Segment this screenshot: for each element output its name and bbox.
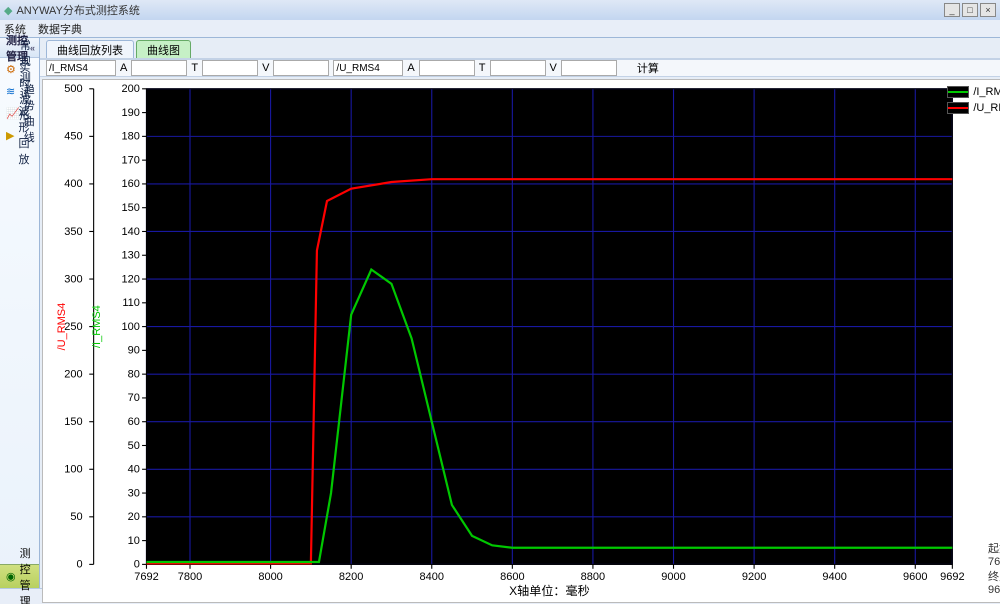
svg-text:150: 150 <box>64 416 82 428</box>
minimize-button[interactable]: _ <box>944 3 960 17</box>
svg-text:30: 30 <box>128 487 140 499</box>
tab-curve-list[interactable]: 曲线回放列表 <box>46 40 134 58</box>
svg-text:130: 130 <box>122 250 140 262</box>
svg-text:40: 40 <box>128 464 140 476</box>
chart-area[interactable]: 0501001502002503003504004505000102030405… <box>42 79 1000 603</box>
svg-text:400: 400 <box>64 178 82 190</box>
wave-icon: ≋ <box>6 83 15 99</box>
svg-text:7800: 7800 <box>178 571 202 583</box>
sidebar: 测控管理 « ⚙ 常规测试 ≋ 实时波形 📈 趋势曲线 ▶ 波形回放 ◉ 测控管… <box>0 38 40 588</box>
playback-icon: ▶ <box>6 127 14 143</box>
sidebar-footer[interactable]: ◉ 测控管理 <box>0 564 39 588</box>
svg-text:8600: 8600 <box>500 571 524 583</box>
svg-text:8400: 8400 <box>420 571 444 583</box>
start-value: 7692 <box>988 556 1000 568</box>
unit-t: T <box>191 62 198 74</box>
legend: /I_RMS4 /U_RMS4 <box>947 86 1000 118</box>
svg-text:100: 100 <box>122 321 140 333</box>
unit-t2: T <box>479 62 486 74</box>
param-u-v[interactable] <box>561 60 617 76</box>
svg-text:9692: 9692 <box>940 571 964 583</box>
unit-v2: V <box>550 62 557 74</box>
svg-text:0: 0 <box>134 559 140 571</box>
svg-text:80: 80 <box>128 368 140 380</box>
legend-item-u: /U_RMS4 <box>947 102 1000 114</box>
svg-text:X轴单位：毫秒: X轴单位：毫秒 <box>509 583 590 598</box>
readouts: 起始值 7692 终点值 9692 <box>988 540 1000 596</box>
svg-text:9200: 9200 <box>742 571 766 583</box>
sidebar-footer-label: 测控管理 <box>20 545 39 604</box>
app-title: ANYWAY分布式测控系统 <box>16 2 139 18</box>
end-label: 终点值 <box>988 568 1000 584</box>
param-u-label[interactable] <box>333 60 403 76</box>
svg-text:450: 450 <box>64 131 82 143</box>
svg-text:10: 10 <box>128 535 140 547</box>
svg-text:160: 160 <box>122 178 140 190</box>
svg-text:60: 60 <box>128 416 140 428</box>
legend-label: /I_RMS4 <box>973 86 1000 98</box>
svg-text:150: 150 <box>122 202 140 214</box>
svg-text:50: 50 <box>128 440 140 452</box>
end-value: 9692 <box>988 584 1000 596</box>
unit-a: A <box>120 62 127 74</box>
svg-text:180: 180 <box>122 131 140 143</box>
svg-text:500: 500 <box>64 83 82 95</box>
params-bar: A T V A T V 计算 <box>40 60 1000 77</box>
svg-text:200: 200 <box>64 368 82 380</box>
svg-text:110: 110 <box>122 297 140 309</box>
legend-item-i: /I_RMS4 <box>947 86 1000 98</box>
svg-text:90: 90 <box>128 345 140 357</box>
svg-text:300: 300 <box>64 273 82 285</box>
gear-icon: ⚙ <box>6 61 16 77</box>
menu-data-dict[interactable]: 数据字典 <box>38 21 82 37</box>
param-i-label[interactable] <box>46 60 116 76</box>
svg-text:8000: 8000 <box>258 571 282 583</box>
svg-text:140: 140 <box>122 226 140 238</box>
menubar: 系统 数据字典 <box>0 20 1000 38</box>
svg-text:0: 0 <box>77 559 83 571</box>
svg-text:/U_RMS4: /U_RMS4 <box>56 303 68 351</box>
svg-text:7692: 7692 <box>134 571 158 583</box>
param-i-a[interactable] <box>131 60 187 76</box>
svg-text:190: 190 <box>122 107 140 119</box>
svg-text:100: 100 <box>64 464 82 476</box>
svg-text:9400: 9400 <box>822 571 846 583</box>
svg-text:20: 20 <box>128 511 140 523</box>
param-u-t[interactable] <box>490 60 546 76</box>
svg-text:/I_RMS4: /I_RMS4 <box>91 305 103 348</box>
unit-a2: A <box>407 62 414 74</box>
sidebar-item-playback[interactable]: ▶ 波形回放 <box>0 124 39 146</box>
svg-text:350: 350 <box>64 226 82 238</box>
start-label: 起始值 <box>988 540 1000 556</box>
calc-button[interactable]: 计算 <box>637 60 659 76</box>
globe-icon: ◉ <box>6 570 16 583</box>
unit-v: V <box>262 62 269 74</box>
svg-text:50: 50 <box>70 511 82 523</box>
param-i-v[interactable] <box>273 60 329 76</box>
param-i-t[interactable] <box>202 60 258 76</box>
app-icon: ◆ <box>4 4 12 17</box>
svg-text:9000: 9000 <box>661 571 685 583</box>
svg-text:8800: 8800 <box>581 571 605 583</box>
svg-text:70: 70 <box>128 392 140 404</box>
tab-curve-chart[interactable]: 曲线图 <box>136 40 191 58</box>
svg-text:200: 200 <box>122 83 140 95</box>
maximize-button[interactable]: □ <box>962 3 978 17</box>
param-u-a[interactable] <box>419 60 475 76</box>
close-button[interactable]: × <box>980 3 996 17</box>
legend-label: /U_RMS4 <box>973 102 1000 114</box>
svg-text:120: 120 <box>122 273 140 285</box>
svg-text:170: 170 <box>122 154 140 166</box>
svg-text:9600: 9600 <box>903 571 927 583</box>
svg-text:8200: 8200 <box>339 571 363 583</box>
